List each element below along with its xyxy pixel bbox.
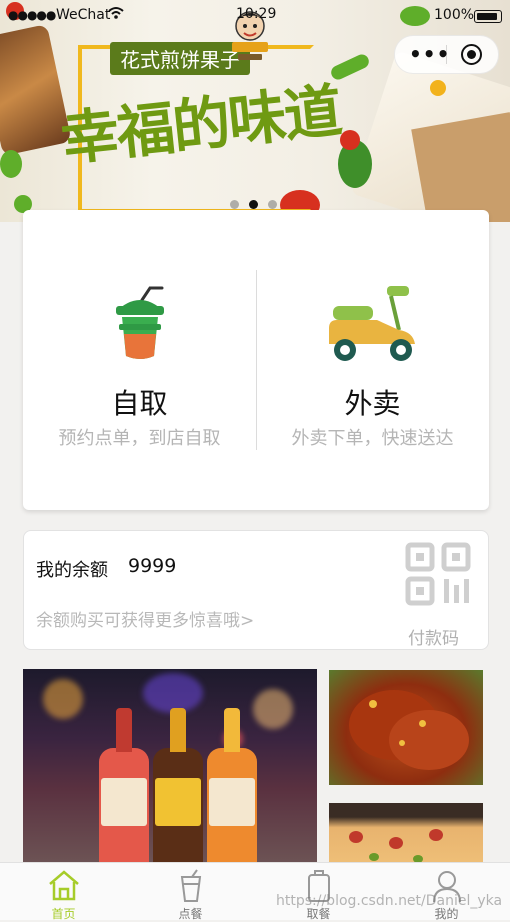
carousel-dot-active[interactable] <box>249 200 258 209</box>
signal-icon: ●●●●● <box>8 8 56 22</box>
close-miniprogram-icon[interactable] <box>461 44 482 65</box>
delivery-option[interactable]: 外卖 外卖下单，快速送达 <box>256 210 489 510</box>
home-icon <box>48 870 79 901</box>
tab-profile[interactable]: 我的 <box>383 863 510 921</box>
drink-cup-icon <box>115 286 164 359</box>
pickup-option[interactable]: 自取 预约点单，到店自取 <box>23 210 256 510</box>
delivery-subtitle: 外卖下单，快速送达 <box>291 428 454 449</box>
tab-home[interactable]: 首页 <box>0 863 127 921</box>
banner-carousel[interactable]: 花式煎饼果子 幸福的味道 ●●●●● WeChat 10:29 100% ••• <box>0 0 510 222</box>
tab-home-label: 首页 <box>51 907 76 921</box>
balance-label: 我的余额 <box>36 560 108 581</box>
carousel-dot[interactable] <box>268 200 277 209</box>
scooter-icon <box>328 286 415 361</box>
carrier-name: WeChat <box>56 7 111 23</box>
tab-bar: 首页 点餐 取餐 我的 <box>0 862 510 921</box>
status-bar: ●●●●● WeChat 10:29 100% <box>0 0 510 32</box>
miniprogram-capsule: ••• <box>394 35 499 74</box>
battery-icon <box>474 10 502 23</box>
tab-order[interactable]: 点餐 <box>127 863 254 921</box>
promo-food-image[interactable] <box>329 670 483 785</box>
status-time: 10:29 <box>236 6 277 22</box>
tab-order-label: 点餐 <box>178 907 203 921</box>
delivery-title: 外卖 <box>344 387 401 420</box>
balance-promo-link[interactable]: 余额购买可获得更多惊喜哦> <box>36 606 254 631</box>
qr-code-icon[interactable] <box>404 541 474 607</box>
balance-card[interactable]: 我的余额 9999 余额购买可获得更多惊喜哦> 付款码 <box>23 530 489 650</box>
watermark-text: https://blog.csdn.net/Daniel_yka <box>276 893 503 909</box>
cup-icon <box>180 869 201 902</box>
balance-value: 9999 <box>128 555 177 577</box>
pickup-title: 自取 <box>111 387 168 420</box>
pay-code-label[interactable]: 付款码 <box>408 624 459 649</box>
battery-percent: 100% <box>434 7 475 23</box>
wifi-icon <box>108 7 124 19</box>
promo-drinks-image[interactable] <box>23 669 317 869</box>
service-card: 自取 预约点单，到店自取 外卖 外卖下单，快速送达 <box>23 210 489 510</box>
tab-pickup[interactable]: 取餐 <box>255 863 382 921</box>
carousel-indicator <box>230 200 277 209</box>
pickup-subtitle: 预约点单，到店自取 <box>58 428 221 449</box>
carousel-dot[interactable] <box>230 200 239 209</box>
more-icon[interactable]: ••• <box>409 42 450 66</box>
